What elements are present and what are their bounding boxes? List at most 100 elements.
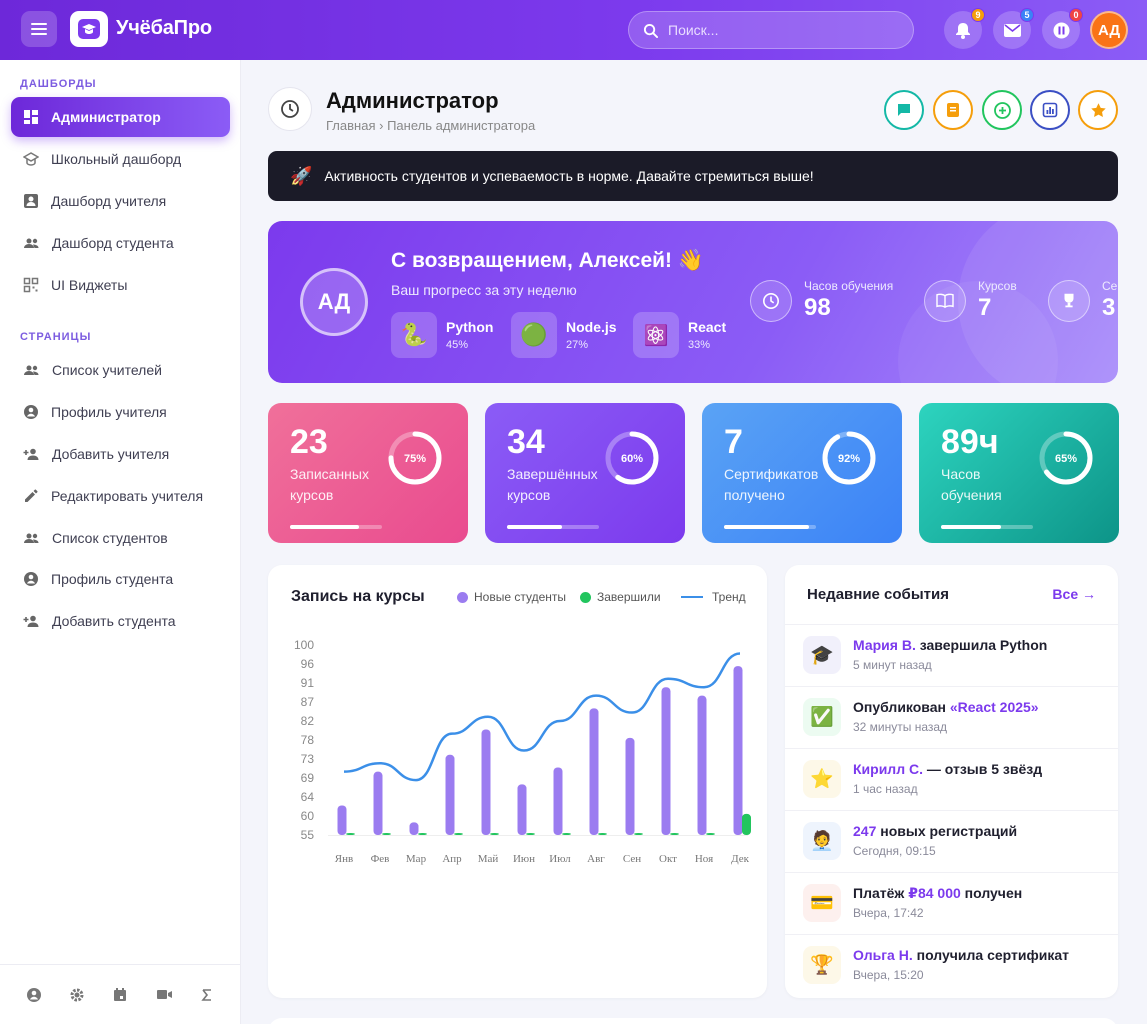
menu-button[interactable] (21, 11, 57, 47)
add-button[interactable] (982, 90, 1022, 130)
x-tick-label: Май (478, 853, 499, 865)
event-item[interactable]: 🧑‍💼 247 новых регистраций Сегодня, 09:15 (785, 810, 1118, 872)
bar-completed (742, 813, 751, 835)
stat-card-label: Часов обучения (941, 466, 1002, 503)
sidebar-item-student-dashboard[interactable]: Дашборд студента (11, 223, 230, 263)
bar-completed (382, 833, 391, 835)
sidebar-item-label: Дашборд студента (52, 235, 174, 251)
stat-card[interactable]: 89ч Часов обучения 65% (919, 403, 1119, 543)
sidebar-item-school[interactable]: Школьный дашборд (11, 139, 230, 179)
notes-button[interactable] (933, 90, 973, 130)
user-avatar[interactable]: АД (1090, 11, 1128, 49)
stat-card-progress-bar (724, 525, 816, 529)
status-badge: 0 (1069, 8, 1083, 22)
logo[interactable] (70, 11, 108, 47)
event-item[interactable]: 🏆 Ольга Н. получила сертификат Вчера, 15… (785, 934, 1118, 996)
video-icon[interactable] (156, 988, 173, 1001)
sidebar-item-add-teacher[interactable]: Добавить учителя (11, 434, 230, 474)
course-progress: 45% (446, 339, 469, 351)
event-item[interactable]: ✅ Опубликован «React 2025» 32 минуты наз… (785, 686, 1118, 748)
sidebar-item-label: Дашборд учителя (51, 193, 167, 209)
y-tick-label: 60 (301, 809, 315, 823)
enrollment-chart: 100 96 91 87 82 78 73 69 64 60 55 Янв Фев Мар Апр Май Ию… (294, 638, 751, 865)
sidebar-item-label: Список учителей (52, 362, 162, 378)
event-item[interactable]: ⭐ Кирилл С. — отзыв 5 звёзд 1 час назад (785, 748, 1118, 810)
gear-icon[interactable] (69, 987, 85, 1003)
widgets-icon (23, 277, 39, 293)
people-icon (24, 365, 39, 375)
x-tick-label: Фев (371, 853, 390, 865)
sidebar-item-teacher-profile[interactable]: Профиль учителя (11, 392, 230, 432)
bar-new-students (373, 771, 383, 835)
history-button[interactable] (268, 87, 312, 131)
calendar-icon[interactable] (112, 987, 128, 1003)
search-box[interactable] (628, 11, 914, 49)
stat-card[interactable]: 7 Сертификатов получено 92% (702, 403, 902, 543)
sidebar-item-label: Администратор (51, 109, 161, 125)
bar-completed (490, 833, 499, 835)
sidebar-item-student-profile[interactable]: Профиль студента (11, 559, 230, 599)
course-progress-react[interactable]: ⚛️ React 33% (633, 312, 726, 358)
chat-button[interactable] (884, 90, 924, 130)
bar-new-students (409, 822, 419, 835)
event-item[interactable]: 🎓 Мария В. завершила Python 5 минут наза… (785, 624, 1118, 686)
hero-stat-courses: Курсов 7 (924, 279, 1017, 322)
event-icon: ⭐ (803, 760, 841, 798)
students-icon (24, 238, 39, 248)
stat-card-label: Завершённых курсов (507, 466, 598, 503)
sidebar-item-teacher-list[interactable]: Список учителей (11, 350, 230, 390)
stat-card[interactable]: 23 Записанных курсов 75% (268, 403, 468, 543)
bar-completed (346, 833, 355, 835)
analytics-button[interactable] (1030, 90, 1070, 130)
bar-new-students (481, 729, 491, 835)
sidebar-item-student-list[interactable]: Список студентов (11, 518, 230, 558)
x-tick-label: Июл (549, 853, 571, 865)
star-icon (1090, 102, 1106, 117)
bar-completed (634, 833, 643, 835)
stat-card-progress-bar (941, 525, 1033, 529)
notes-icon (947, 103, 959, 117)
sidebar-item-teacher-dashboard[interactable]: Дашборд учителя (11, 181, 230, 221)
sigma-icon[interactable] (200, 988, 214, 1002)
enrollment-chart-panel: Запись на курсы Новые студенты Завершили… (268, 565, 767, 998)
course-progress-python[interactable]: 🐍 Python 45% (391, 312, 493, 358)
bar-completed (418, 833, 427, 835)
trophy-icon (1048, 279, 1090, 322)
chart-icon (1042, 102, 1058, 118)
messages-badge: 5 (1020, 8, 1034, 22)
status-button[interactable]: 0 (1042, 8, 1083, 49)
sidebar-item-widgets[interactable]: UI Виджеты (11, 265, 230, 305)
sidebar-footer (0, 964, 240, 1024)
mail-icon (1003, 23, 1021, 37)
x-tick-label: Сен (623, 853, 641, 865)
people-icon (24, 533, 39, 543)
bar-new-students (517, 784, 527, 835)
hero-stat-certificates: Се 3 (1048, 279, 1117, 322)
stat-card-value: 7 (724, 423, 743, 461)
stat-card[interactable]: 34 Завершённых курсов 60% (485, 403, 685, 543)
sidebar-item-label: Редактировать учителя (51, 488, 204, 504)
profile-icon (24, 405, 38, 419)
search-input[interactable] (668, 22, 888, 38)
course-progress-nodejs[interactable]: 🟢 Node.js 27% (511, 312, 617, 358)
breadcrumb-home[interactable]: Главная (326, 118, 375, 133)
events-view-all-link[interactable]: Все → (1052, 586, 1096, 602)
favorites-button[interactable] (1078, 90, 1118, 130)
sidebar-item-admin[interactable]: Администратор (11, 97, 230, 137)
event-time: 1 час назад (853, 782, 918, 796)
rocket-icon: 🚀 (290, 165, 313, 186)
sidebar-item-edit-teacher[interactable]: Редактировать учителя (11, 476, 230, 516)
next-panel-edge (268, 1018, 1118, 1024)
alert-text: Активность студентов и успеваемость в но… (324, 168, 814, 184)
bar-completed (454, 833, 463, 835)
y-tick-label: 73 (301, 752, 315, 766)
event-title: Платёж ₽84 000 получен (853, 885, 1023, 901)
notifications-badge: 9 (971, 8, 985, 22)
sidebar-item-add-student[interactable]: Добавить студента (11, 601, 230, 641)
event-item[interactable]: 💳 Платёж ₽84 000 получен Вчера, 17:42 (785, 872, 1118, 934)
account-icon[interactable] (26, 987, 42, 1003)
messages-button[interactable]: 5 (993, 8, 1034, 49)
notifications-button[interactable]: 9 (944, 8, 985, 49)
page-title: Администратор (326, 88, 499, 113)
stat-label: Курсов (978, 279, 1017, 293)
